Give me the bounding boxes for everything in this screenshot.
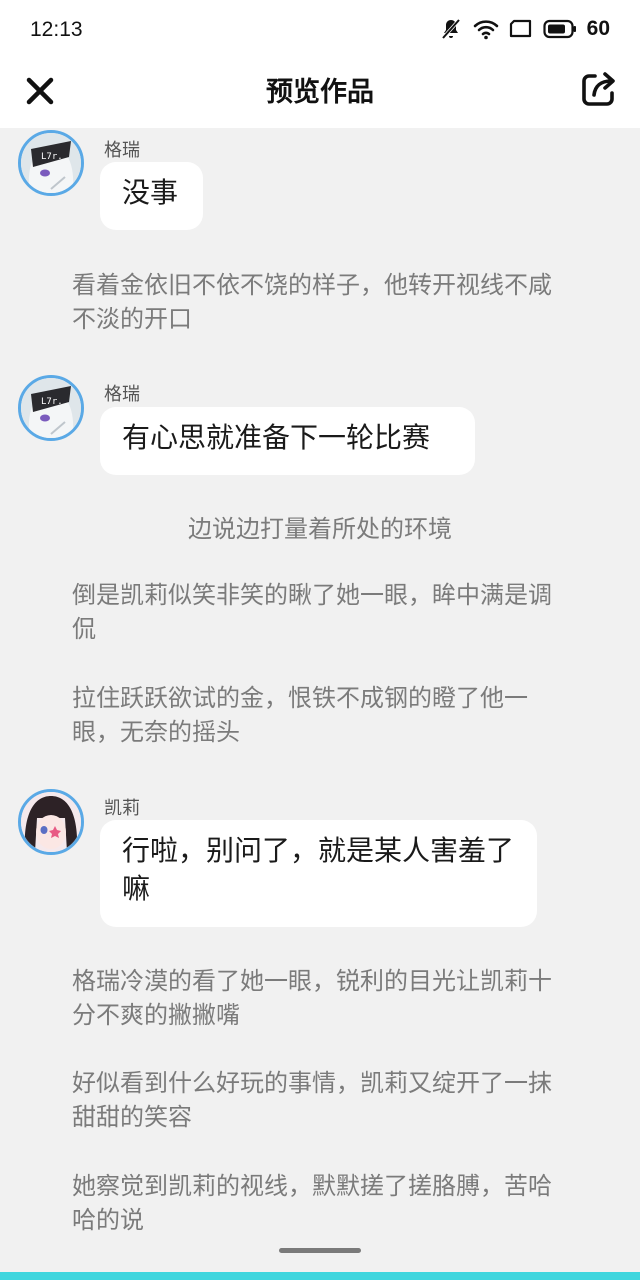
- narration-text: 边说边打量着所处的环境: [188, 515, 452, 543]
- avatar-kaili[interactable]: [18, 789, 84, 855]
- bottom-accent-bar: [0, 1272, 640, 1280]
- status-bar: 12:13 60: [0, 0, 640, 62]
- speaker-name: 格瑞: [104, 384, 140, 405]
- mute-icon: [439, 17, 463, 41]
- narration-text: 倒是凯莉似笑非笑的瞅了她一眼，眸中满是调侃: [72, 581, 552, 643]
- status-time: 12:13: [30, 18, 83, 41]
- dialogue-bubble: 行啦，别问了，就是某人害羞了嘛: [100, 820, 537, 927]
- page-title: 预览作品: [266, 77, 374, 108]
- dialogue-bubble: 有心思就准备下一轮比赛: [100, 407, 475, 475]
- narration-text: 拉住跃跃欲试的金，恨铁不成钢的瞪了他一眼，无奈的摇头: [72, 684, 528, 746]
- story-preview[interactable]: L7r. 格瑞 没事 看着金依旧不依不饶的样子，他转开视线不咸不淡的开口 L7r…: [0, 128, 640, 1268]
- narration-text: 好似看到什么好玩的事情，凯莉又绽开了一抹甜甜的笑容: [72, 1069, 552, 1131]
- status-icons: 60: [439, 17, 610, 41]
- battery-level: 60: [586, 17, 610, 40]
- svg-text:L7r.: L7r.: [41, 397, 63, 407]
- speaker-name: 凯莉: [104, 798, 140, 819]
- svg-text:L7r.: L7r.: [41, 152, 63, 162]
- speaker-name: 格瑞: [104, 140, 140, 161]
- home-indicator[interactable]: [279, 1248, 361, 1253]
- screen-icon: [509, 18, 533, 40]
- avatar-gerui[interactable]: L7r.: [18, 375, 84, 441]
- avatar-gerui[interactable]: L7r.: [18, 130, 84, 196]
- share-icon[interactable]: [580, 70, 618, 108]
- title-bar: 预览作品: [0, 62, 640, 128]
- narration-text: 她察觉到凯莉的视线，默默搓了搓胳膊，苦哈哈的说: [72, 1172, 552, 1234]
- battery-icon: [543, 19, 577, 39]
- dialogue-bubble: 没事: [100, 162, 203, 230]
- narration-text: 看着金依旧不依不饶的样子，他转开视线不咸不淡的开口: [72, 271, 552, 333]
- narration-text: 格瑞冷漠的看了她一眼，锐利的目光让凯莉十分不爽的撇撇嘴: [72, 967, 552, 1029]
- wifi-icon: [473, 18, 499, 40]
